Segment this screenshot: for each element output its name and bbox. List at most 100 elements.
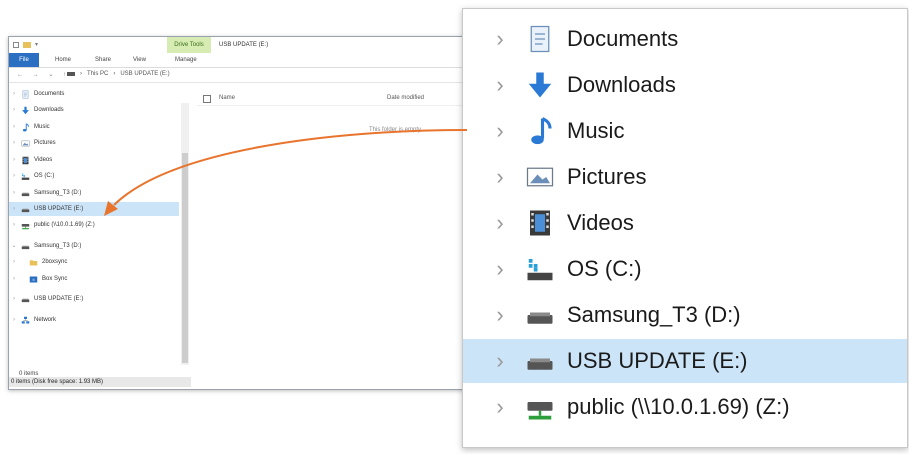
- column-name-header[interactable]: Name: [219, 95, 235, 101]
- navigation-scrollbar[interactable]: [181, 103, 189, 365]
- chevron-right-icon[interactable]: ›: [463, 394, 525, 420]
- sidebar-item[interactable]: › Network: [9, 313, 179, 327]
- zoomed-sidebar-item[interactable]: › Documents: [463, 17, 907, 61]
- svg-text:b: b: [33, 278, 35, 282]
- this-pc-icon: [67, 72, 75, 76]
- zoomed-sidebar-item-label: OS (C:): [567, 256, 642, 281]
- quick-access-toolbar[interactable]: ▾: [13, 41, 38, 48]
- chevron-right-icon[interactable]: ›: [9, 136, 19, 150]
- zoomed-sidebar-item[interactable]: › Music: [463, 109, 907, 153]
- chevron-right-icon[interactable]: ›: [9, 292, 19, 306]
- chevron-right-icon[interactable]: ›: [463, 210, 525, 236]
- chevron-right-icon[interactable]: ›: [9, 103, 19, 117]
- pictures-icon: [525, 162, 555, 192]
- zoomed-sidebar-item[interactable]: › Pictures: [463, 155, 907, 199]
- sidebar-item-label: Samsung_T3 (D:): [34, 190, 82, 196]
- os-drive-icon: [21, 172, 30, 181]
- chevron-down-icon[interactable]: ⌄: [9, 239, 19, 253]
- chevron-right-icon[interactable]: ›: [463, 118, 525, 144]
- chevron-right-icon[interactable]: ›: [463, 302, 525, 328]
- sidebar-item-label: Box Sync: [42, 276, 68, 282]
- scrollbar-thumb[interactable]: [182, 153, 188, 363]
- zoomed-sidebar-item-label: Pictures: [567, 164, 647, 189]
- chevron-down-icon[interactable]: ▾: [35, 41, 38, 48]
- zoomed-navigation-pane: › Documents › Downloads › Music › Pictures › Vide…: [462, 8, 908, 448]
- chevron-right-icon[interactable]: ›: [9, 120, 19, 134]
- zoomed-sidebar-item-label: Samsung_T3 (D:): [567, 302, 741, 327]
- network-drive-icon: [525, 392, 555, 422]
- documents-icon: [525, 24, 555, 54]
- zoomed-sidebar-item[interactable]: › OS (C:): [463, 247, 907, 291]
- tab-home[interactable]: Home: [55, 53, 71, 67]
- chevron-right-icon[interactable]: ›: [463, 72, 525, 98]
- navigation-buttons[interactable]: ← → ⌄ ↑: [17, 71, 70, 78]
- select-all-checkbox[interactable]: [203, 95, 211, 103]
- column-header-row: Name Date modified: [197, 91, 469, 106]
- drive-icon: [525, 346, 555, 376]
- tab-view[interactable]: View: [133, 53, 146, 67]
- address-bar[interactable]: ← → ⌄ ↑ › This PC › USB UPDATE (E:): [9, 68, 469, 83]
- chevron-right-icon[interactable]: ›: [9, 153, 19, 167]
- chevron-right-icon[interactable]: ›: [9, 255, 19, 269]
- chevron-right-icon[interactable]: ›: [463, 26, 525, 52]
- properties-icon[interactable]: [13, 41, 19, 48]
- column-date-header[interactable]: Date modified: [387, 95, 424, 101]
- music-icon: [21, 122, 30, 132]
- chevron-right-icon[interactable]: ›: [9, 186, 19, 200]
- sidebar-item-label: Samsung_T3 (D:): [34, 243, 82, 249]
- sidebar-item[interactable]: ⌄ Samsung_T3 (D:): [9, 239, 179, 253]
- chevron-right-icon[interactable]: ›: [463, 348, 525, 374]
- sidebar-item[interactable]: › USB UPDATE (E:): [9, 202, 179, 216]
- breadcrumb-item[interactable]: USB UPDATE (E:): [120, 71, 169, 77]
- zoomed-sidebar-item-label: Documents: [567, 26, 679, 51]
- chevron-right-icon[interactable]: ›: [9, 272, 19, 286]
- box-sync-icon: b: [29, 275, 38, 284]
- sidebar-item[interactable]: › Documents: [9, 87, 179, 101]
- sidebar-item[interactable]: › Samsung_T3 (D:): [9, 186, 179, 200]
- tab-file[interactable]: File: [9, 53, 39, 67]
- chevron-right-icon[interactable]: ›: [9, 87, 19, 101]
- tab-manage[interactable]: Manage: [175, 53, 197, 67]
- network-icon: [21, 316, 30, 325]
- drive-tools-tab[interactable]: Drive Tools: [167, 37, 211, 53]
- tab-share[interactable]: Share: [95, 53, 111, 67]
- os-drive-icon: [525, 254, 555, 284]
- downloads-icon: [525, 70, 555, 100]
- sidebar-item-label: Downloads: [34, 107, 64, 113]
- chevron-right-icon[interactable]: ›: [9, 218, 19, 232]
- zoomed-sidebar-item[interactable]: › USB UPDATE (E:): [463, 339, 907, 383]
- zoomed-sidebar-item-label: Downloads: [567, 72, 676, 97]
- sidebar-item[interactable]: › Downloads: [9, 103, 179, 117]
- sidebar-item[interactable]: › b Box Sync: [9, 272, 179, 286]
- zoomed-sidebar-item-label: public (\\10.0.1.69) (Z:): [567, 394, 790, 419]
- chevron-right-icon[interactable]: ›: [9, 202, 19, 216]
- sidebar-item-label: Pictures: [34, 140, 56, 146]
- sidebar-item-label: USB UPDATE (E:): [34, 206, 84, 212]
- sidebar-item[interactable]: › Videos: [9, 153, 179, 167]
- sidebar-item[interactable]: › Pictures: [9, 136, 179, 150]
- zoomed-sidebar-item[interactable]: › Samsung_T3 (D:): [463, 293, 907, 337]
- sidebar-item-label: USB UPDATE (E:): [34, 296, 84, 302]
- sidebar-item[interactable]: › public (\\10.0.1.69) (Z:): [9, 218, 179, 232]
- sidebar-item-label: public (\\10.0.1.69) (Z:): [34, 222, 95, 228]
- drive-icon: [21, 205, 30, 214]
- sidebar-item[interactable]: › USB UPDATE (E:): [9, 292, 179, 306]
- zoomed-sidebar-item[interactable]: › Downloads: [463, 63, 907, 107]
- breadcrumb-item[interactable]: This PC: [87, 71, 108, 77]
- zoomed-sidebar-item-label: Videos: [567, 210, 634, 235]
- sidebar-item[interactable]: › Music: [9, 120, 179, 134]
- breadcrumb[interactable]: › This PC › USB UPDATE (E:): [67, 71, 170, 77]
- zoomed-sidebar-item[interactable]: › public (\\10.0.1.69) (Z:): [463, 385, 907, 429]
- chevron-right-icon[interactable]: ›: [9, 313, 19, 327]
- drive-icon: [525, 300, 555, 330]
- sidebar-item-label: Documents: [34, 91, 65, 97]
- new-folder-icon[interactable]: [23, 41, 31, 48]
- chevron-right-icon[interactable]: ›: [9, 169, 19, 183]
- drive-icon: [21, 242, 30, 251]
- chevron-right-icon[interactable]: ›: [463, 164, 525, 190]
- chevron-right-icon: ›: [80, 71, 82, 77]
- sidebar-item[interactable]: › 2boxsync: [9, 255, 179, 269]
- chevron-right-icon[interactable]: ›: [463, 256, 525, 282]
- sidebar-item[interactable]: › OS (C:): [9, 169, 179, 183]
- zoomed-sidebar-item[interactable]: › Videos: [463, 201, 907, 245]
